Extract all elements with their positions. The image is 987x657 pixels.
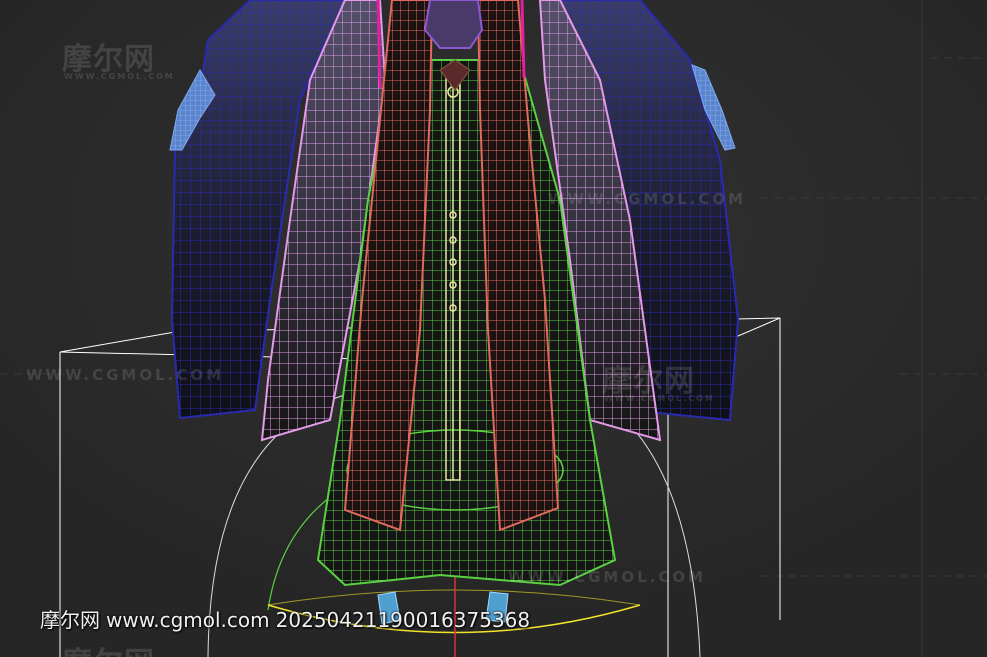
watermark-url-small-right-middle: WWW.CGMOL.COM [604, 394, 715, 403]
watermark-url-bottom-right: WWW.CGMOL.COM [508, 568, 707, 586]
caption-image-id: 20250421190016375368 [275, 608, 531, 632]
image-caption: 摩尔网 www.cgmol.com 20250421190016375368 [40, 604, 536, 633]
watermark-url-small-top-left: WWW.CGMOL.COM [64, 72, 175, 81]
caption-site-name: 摩尔网 [40, 608, 100, 632]
watermark-logo-bottom-left: 摩尔网 [62, 638, 155, 657]
watermark-url-left-middle: WWW.CGMOL.COM [26, 366, 225, 384]
watermark-url-right-upper: WWW.CGMOL.COM [548, 190, 747, 208]
3d-viewport[interactable]: 摩尔网 WWW.CGMOL.COM WWW.CGMOL.COM WWW.CGMO… [0, 0, 987, 657]
caption-site-url: www.cgmol.com [106, 608, 270, 632]
wireframe-scene[interactable] [0, 0, 987, 657]
